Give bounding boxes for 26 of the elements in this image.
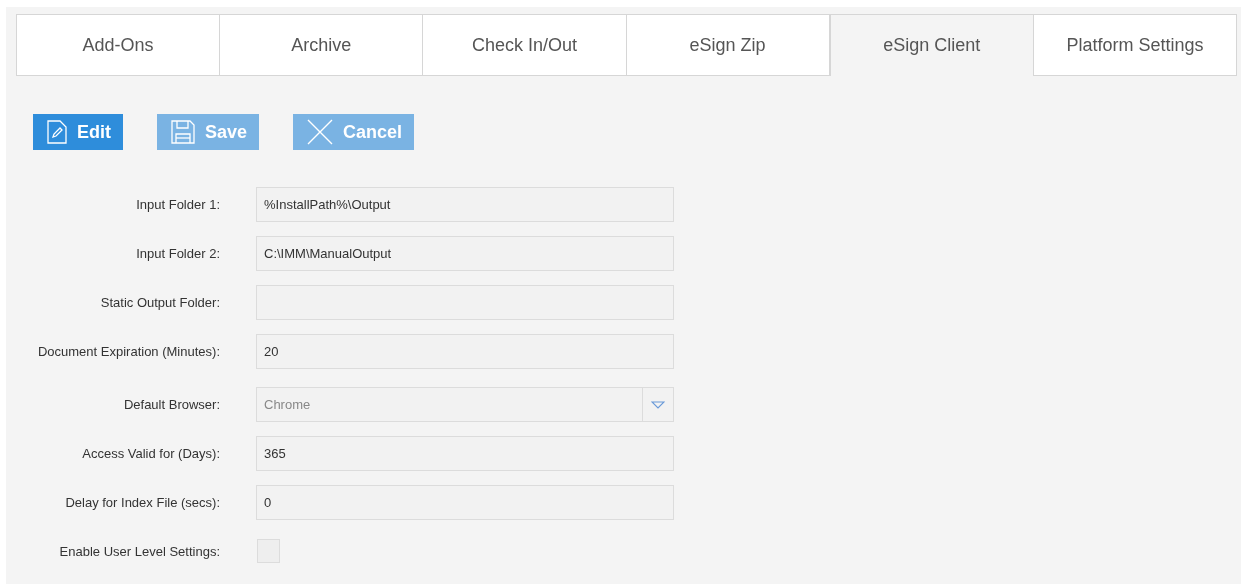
tab[interactable]: eSign Zip <box>626 14 830 76</box>
field-label: Access Valid for (Days): <box>81 445 220 463</box>
text-field[interactable]: 20 <box>256 334 674 369</box>
field-label: Enable User Level Settings: <box>58 543 220 561</box>
tab[interactable]: Platform Settings <box>1033 14 1238 76</box>
save-icon <box>171 120 195 144</box>
edit-button[interactable]: Edit <box>33 114 123 150</box>
field-label: Default Browser: <box>122 396 220 414</box>
field-label: Document Expiration (Minutes): <box>36 343 220 361</box>
tab[interactable]: Check In/Out <box>423 14 627 76</box>
tab[interactable]: Add-Ons <box>16 14 221 76</box>
text-field[interactable]: %InstallPath%\Output <box>256 187 674 222</box>
tab[interactable]: Archive <box>220 14 424 76</box>
edit-icon <box>47 120 67 144</box>
text-field[interactable]: 0 <box>256 485 674 520</box>
text-field[interactable] <box>256 285 674 320</box>
field-label: Delay for Index File (secs): <box>64 494 220 512</box>
close-icon <box>307 119 334 145</box>
field-label: Input Folder 1: <box>135 196 220 214</box>
field-label: Static Output Folder: <box>99 294 220 312</box>
field-label: Input Folder 2: <box>135 245 220 263</box>
tab[interactable]: eSign Client <box>829 14 1034 76</box>
text-field[interactable]: 365 <box>256 436 674 471</box>
text-field[interactable]: C:\IMM\ManualOutput <box>256 236 674 271</box>
dropdown-caret-icon <box>651 400 665 409</box>
checkbox[interactable] <box>257 539 280 563</box>
